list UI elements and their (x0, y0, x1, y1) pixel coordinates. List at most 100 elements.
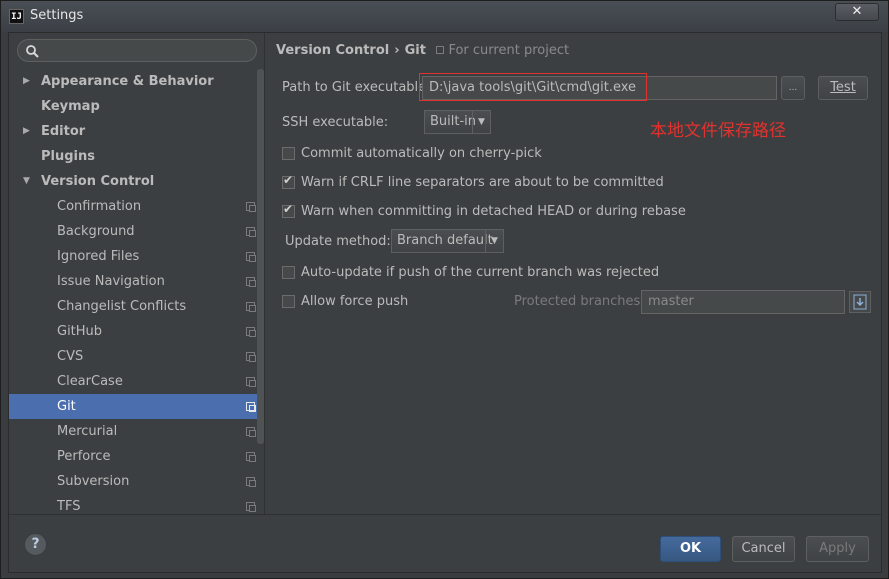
crlf-warning-label[interactable]: Warn if CRLF line separators are about t… (301, 175, 664, 190)
search-icon (26, 45, 39, 58)
tree-item-label: Background (57, 224, 135, 239)
expand-arrow-icon[interactable]: ▶ (23, 119, 30, 144)
test-button[interactable]: Test (818, 76, 868, 100)
tree-item-label: Keymap (41, 99, 100, 114)
expand-arrow-icon[interactable]: ▶ (23, 69, 30, 94)
ssh-executable-value: Built-in (430, 114, 477, 129)
update-method-label: Update method: (285, 234, 391, 249)
auto-update-checkbox[interactable] (282, 266, 295, 279)
ssh-executable-label: SSH executable: (282, 115, 389, 130)
collapse-arrow-icon[interactable]: ▼ (23, 169, 30, 194)
cherry-pick-label[interactable]: Commit automatically on cherry-pick (301, 146, 542, 161)
git-settings-panel: Version Control › Git For current project … (267, 33, 881, 514)
project-settings-icon (246, 502, 256, 512)
window-title: Settings (30, 8, 84, 23)
tree-item-label: Changelist Conflicts (57, 299, 187, 314)
tree-item-issue-navigation[interactable]: Issue Navigation (9, 269, 257, 294)
settings-sidebar: ▶ Appearance & Behavior Keymap ▶ Editor … (9, 33, 265, 514)
app-icon: IJ (9, 9, 24, 24)
cancel-button[interactable]: Cancel (732, 536, 795, 562)
sidebar-scrollbar[interactable] (257, 69, 264, 444)
tree-item-mercurial[interactable]: Mercurial (9, 419, 257, 444)
breadcrumb-note-text: For current project (448, 43, 570, 58)
tree-item-label: Mercurial (57, 424, 118, 439)
project-settings-icon (246, 427, 256, 437)
breadcrumb-current: Git (404, 43, 426, 58)
protected-branches-label: Protected branches: (514, 294, 645, 309)
search-input[interactable] (42, 42, 242, 59)
project-settings-icon (246, 377, 256, 387)
tree-item-label: Git (57, 399, 76, 414)
tree-item-editor[interactable]: ▶ Editor (9, 119, 257, 144)
tree-item-label: Perforce (57, 449, 111, 464)
force-push-checkbox[interactable] (282, 295, 295, 308)
settings-tree: ▶ Appearance & Behavior Keymap ▶ Editor … (9, 69, 257, 519)
annotation-text: 本地文件保存路径 (650, 121, 786, 141)
dialog-footer: ? OK Cancel Apply (9, 514, 881, 572)
tree-item-version-control[interactable]: ▼ Version Control (9, 169, 257, 194)
tree-item-perforce[interactable]: Perforce (9, 444, 257, 469)
tree-item-git[interactable]: Git (9, 394, 257, 419)
breadcrumb: Version Control › Git For current project (276, 43, 569, 58)
annotation-highlight-box (419, 73, 647, 101)
tree-item-label: Version Control (41, 174, 155, 189)
force-push-label[interactable]: Allow force push (301, 294, 408, 309)
tree-item-confirmation[interactable]: Confirmation (9, 194, 257, 219)
tree-item-ignored-files[interactable]: Ignored Files (9, 244, 257, 269)
cherry-pick-checkbox[interactable] (282, 147, 295, 160)
project-settings-icon (246, 452, 256, 462)
project-settings-icon (246, 252, 256, 262)
tree-item-label: Appearance & Behavior (41, 74, 214, 89)
tree-item-background[interactable]: Background (9, 219, 257, 244)
ok-button[interactable]: OK (660, 536, 721, 562)
apply-button[interactable]: Apply (806, 536, 869, 562)
tree-item-label: ClearCase (57, 374, 123, 389)
tree-item-label: Issue Navigation (57, 274, 165, 289)
tree-item-label: Confirmation (57, 199, 142, 214)
search-box[interactable] (17, 39, 257, 62)
update-method-value: Branch default (397, 233, 493, 248)
tree-item-label: Subversion (57, 474, 130, 489)
dialog-body: ▶ Appearance & Behavior Keymap ▶ Editor … (8, 32, 882, 573)
download-arrow-icon (853, 294, 867, 310)
help-icon[interactable]: ? (24, 533, 47, 556)
tree-item-label: Ignored Files (57, 249, 140, 264)
browse-button[interactable]: ... (781, 76, 805, 100)
chevron-down-icon[interactable]: ▼ (472, 111, 490, 133)
protected-branches-input[interactable]: master (641, 290, 845, 314)
update-method-select[interactable]: Branch default ▼ (391, 229, 504, 253)
project-settings-icon (246, 402, 256, 412)
tree-item-cvs[interactable]: CVS (9, 344, 257, 369)
crlf-warning-checkbox[interactable] (282, 173, 295, 189)
project-settings-icon (436, 46, 445, 54)
tree-item-github[interactable]: GitHub (9, 319, 257, 344)
settings-window: IJ Settings ✕ ▶ Appearance & Behavior Ke… (0, 0, 889, 579)
tree-item-appearance-behavior[interactable]: ▶ Appearance & Behavior (9, 69, 257, 94)
project-settings-icon (246, 277, 256, 287)
expand-field-button[interactable] (849, 291, 871, 313)
project-settings-icon (246, 352, 256, 362)
ssh-executable-select[interactable]: Built-in ▼ (424, 110, 491, 134)
tree-item-changelist-conflicts[interactable]: Changelist Conflicts (9, 294, 257, 319)
project-settings-icon (246, 327, 256, 337)
tree-item-clearcase[interactable]: ClearCase (9, 369, 257, 394)
tree-item-plugins[interactable]: Plugins (9, 144, 257, 169)
detached-head-label[interactable]: Warn when committing in detached HEAD or… (301, 204, 686, 219)
tree-item-label: Plugins (41, 149, 95, 164)
auto-update-label[interactable]: Auto-update if push of the current branc… (301, 265, 659, 280)
title-bar: IJ Settings ✕ (1, 1, 888, 32)
project-settings-icon (246, 202, 256, 212)
tree-item-subversion[interactable]: Subversion (9, 469, 257, 494)
tree-item-label: Editor (41, 124, 86, 139)
close-button[interactable]: ✕ (835, 3, 879, 21)
project-settings-icon (246, 302, 256, 312)
chevron-down-icon[interactable]: ▼ (485, 230, 503, 252)
tree-item-label: CVS (57, 349, 84, 364)
tree-item-keymap[interactable]: Keymap (9, 94, 257, 119)
detached-head-checkbox[interactable] (282, 202, 295, 218)
git-path-label: Path to Git executable: (282, 80, 431, 95)
project-settings-icon (246, 227, 256, 237)
project-settings-icon (246, 477, 256, 487)
tree-item-label: GitHub (57, 324, 103, 339)
breadcrumb-parent: Version Control (276, 43, 390, 58)
